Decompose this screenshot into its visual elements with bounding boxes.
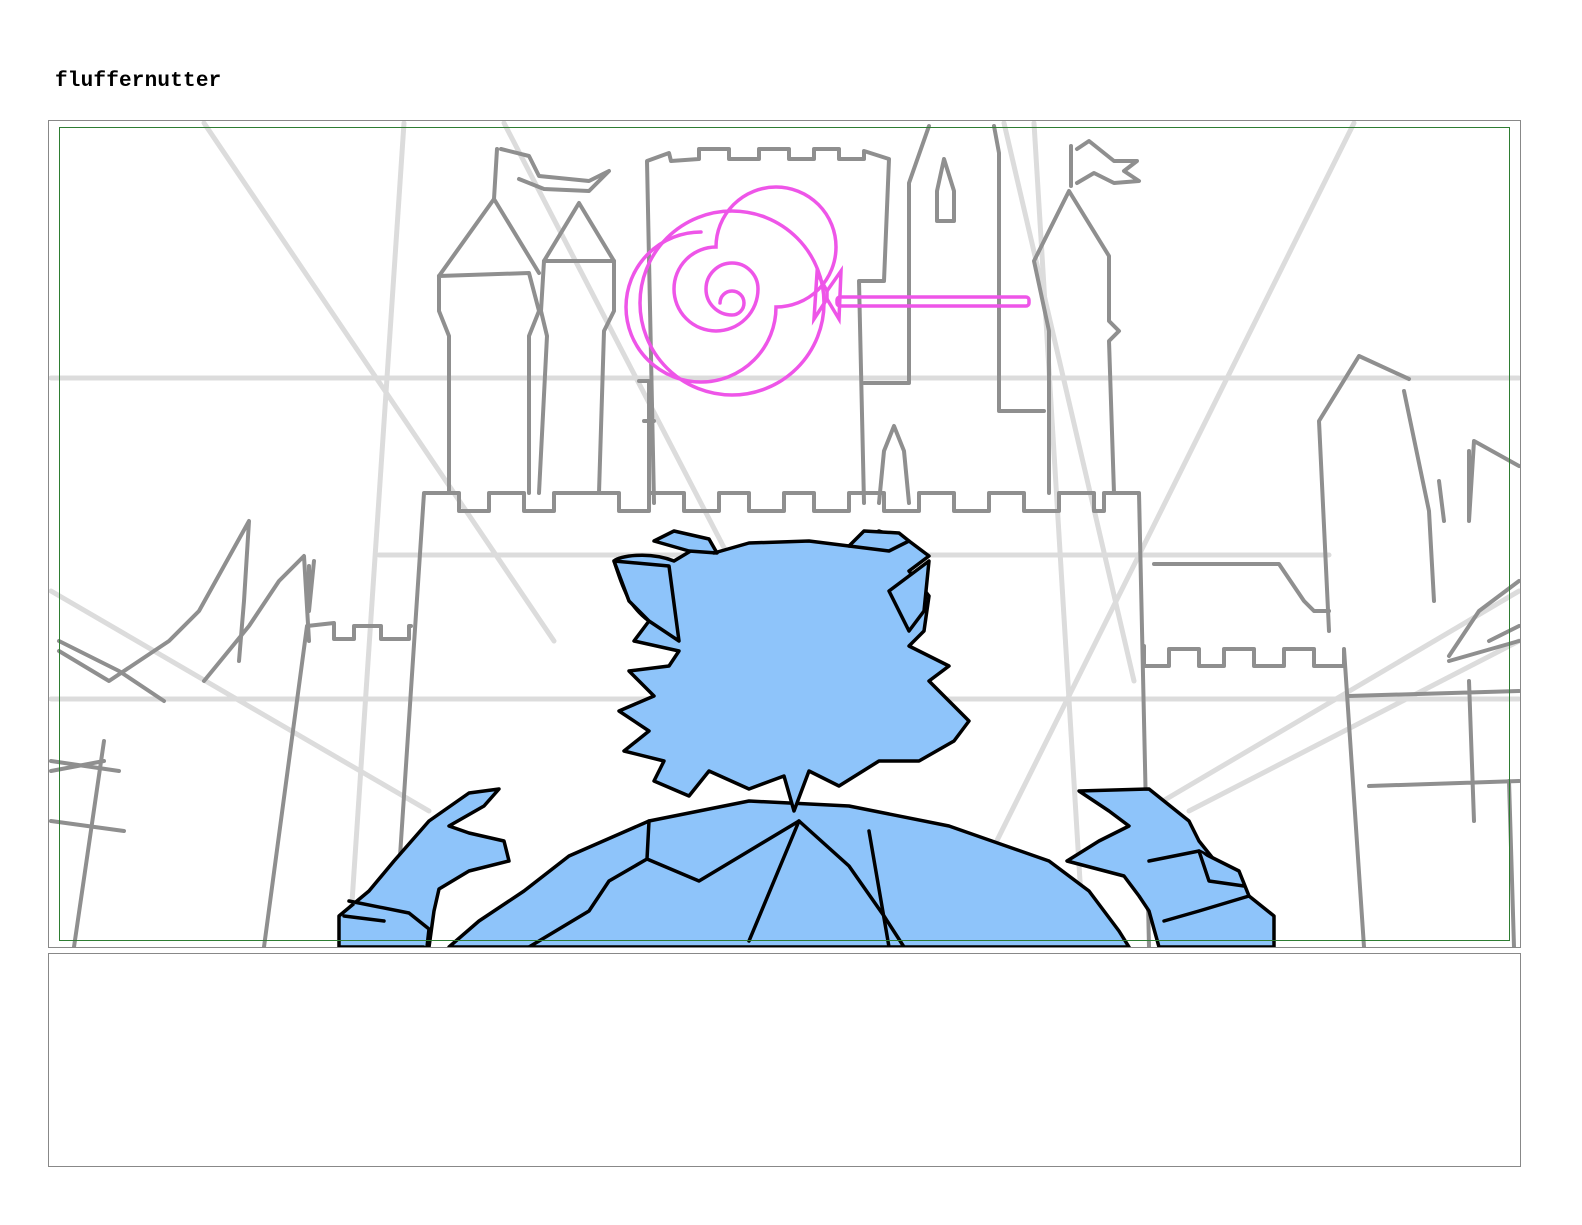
storyboard-panel: [48, 120, 1521, 948]
notes-box[interactable]: [48, 953, 1521, 1167]
panel-drawing: [49, 121, 1520, 947]
lollipop-sketch: [624, 185, 1031, 397]
page-title: fluffernutter: [55, 70, 222, 93]
character-sketch: [337, 529, 1276, 947]
